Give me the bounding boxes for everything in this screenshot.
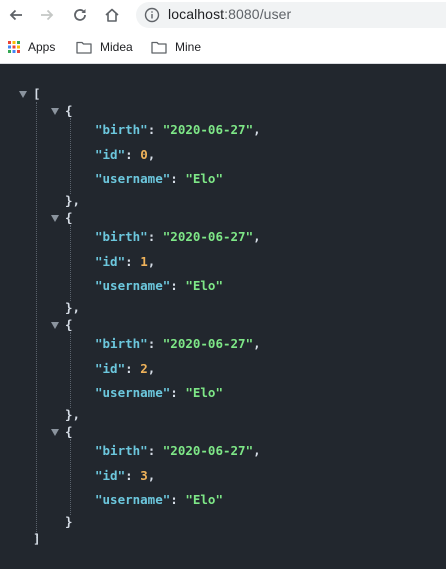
bookmark-apps[interactable]: Apps	[8, 38, 55, 56]
forward-arrow-icon	[41, 9, 54, 21]
json-string-value: Elo	[192, 492, 216, 507]
array-open: [	[33, 86, 41, 101]
object-open: {	[65, 317, 73, 332]
back-arrow-icon	[9, 9, 22, 21]
home-button[interactable]	[102, 5, 122, 25]
object-close: },	[65, 407, 81, 422]
json-row: "id": 1,	[95, 254, 156, 269]
json-number-value: 1	[140, 254, 148, 269]
array-close: ]	[33, 531, 41, 546]
json-string-value: 2020-06-27	[170, 336, 246, 351]
json-key: id	[102, 361, 118, 376]
back-button[interactable]	[6, 5, 26, 25]
address-bar[interactable]: localhost:8080/user	[136, 2, 446, 28]
json-row: "username": "Elo"	[95, 171, 223, 186]
collapse-toggle-icon[interactable]	[51, 322, 59, 329]
object-close: },	[65, 300, 81, 315]
json-string-value: Elo	[192, 278, 216, 293]
json-key: id	[102, 147, 118, 162]
json-string-value: 2020-06-27	[170, 122, 246, 137]
json-string-value: 2020-06-27	[170, 443, 246, 458]
bookmark-label: Apps	[28, 40, 56, 54]
indent-guide	[70, 332, 71, 408]
url-host: localhost	[168, 6, 225, 22]
json-string-value: 2020-06-27	[170, 229, 246, 244]
json-key: username	[102, 278, 163, 293]
json-key: birth	[102, 229, 141, 244]
json-key: username	[102, 492, 163, 507]
json-row: "birth": "2020-06-27",	[95, 229, 261, 244]
reload-button[interactable]	[70, 5, 90, 25]
browser-toolbar: localhost:8080/user	[0, 0, 446, 30]
json-key: id	[102, 468, 118, 483]
json-row: "birth": "2020-06-27",	[95, 122, 261, 137]
collapse-toggle-icon[interactable]	[19, 91, 27, 98]
json-key: id	[102, 254, 118, 269]
json-row: "username": "Elo"	[95, 278, 223, 293]
bookmark-label: Midea	[100, 40, 133, 54]
json-viewer: [ { "birth": "2020-06-27", "id": 0, "use…	[0, 64, 446, 569]
url-path: :8080/user	[224, 6, 292, 22]
json-row: "birth": "2020-06-27",	[95, 443, 261, 458]
json-number-value: 3	[140, 468, 148, 483]
collapse-toggle-icon[interactable]	[51, 215, 59, 222]
folder-icon	[151, 41, 167, 54]
json-row: "id": 3,	[95, 468, 156, 483]
object-close: },	[65, 193, 81, 208]
json-key: birth	[102, 443, 141, 458]
json-row: "username": "Elo"	[95, 385, 223, 400]
indent-guide	[70, 118, 71, 194]
bookmark-mine[interactable]: Mine	[151, 38, 201, 56]
reload-icon	[74, 9, 86, 21]
object-open: {	[65, 424, 73, 439]
json-string-value: Elo	[192, 171, 216, 186]
apps-grid-icon	[8, 41, 20, 53]
json-number-value: 0	[140, 147, 148, 162]
object-close: }	[65, 514, 73, 529]
forward-button[interactable]	[37, 5, 57, 25]
json-key: username	[102, 385, 163, 400]
json-row: "id": 0,	[95, 147, 156, 162]
object-open: {	[65, 103, 73, 118]
object-open: {	[65, 210, 73, 225]
folder-icon	[76, 41, 92, 54]
indent-guide	[36, 102, 37, 538]
home-icon	[105, 8, 119, 22]
json-row: "id": 2,	[95, 361, 156, 376]
json-string-value: Elo	[192, 385, 216, 400]
indent-guide	[70, 225, 71, 301]
json-number-value: 2	[140, 361, 148, 376]
collapse-toggle-icon[interactable]	[51, 108, 59, 115]
json-key: birth	[102, 122, 141, 137]
collapse-toggle-icon[interactable]	[51, 429, 59, 436]
indent-guide	[70, 439, 71, 515]
bookmark-midea[interactable]: Midea	[76, 38, 133, 56]
json-row: "birth": "2020-06-27",	[95, 336, 261, 351]
json-row: "username": "Elo"	[95, 492, 223, 507]
info-icon[interactable]	[144, 7, 160, 23]
url-text[interactable]: localhost:8080/user	[168, 6, 291, 22]
json-key: birth	[102, 336, 141, 351]
json-key: username	[102, 171, 163, 186]
bookmarks-bar: Apps Midea Mine	[0, 30, 446, 64]
bookmark-label: Mine	[175, 40, 202, 54]
